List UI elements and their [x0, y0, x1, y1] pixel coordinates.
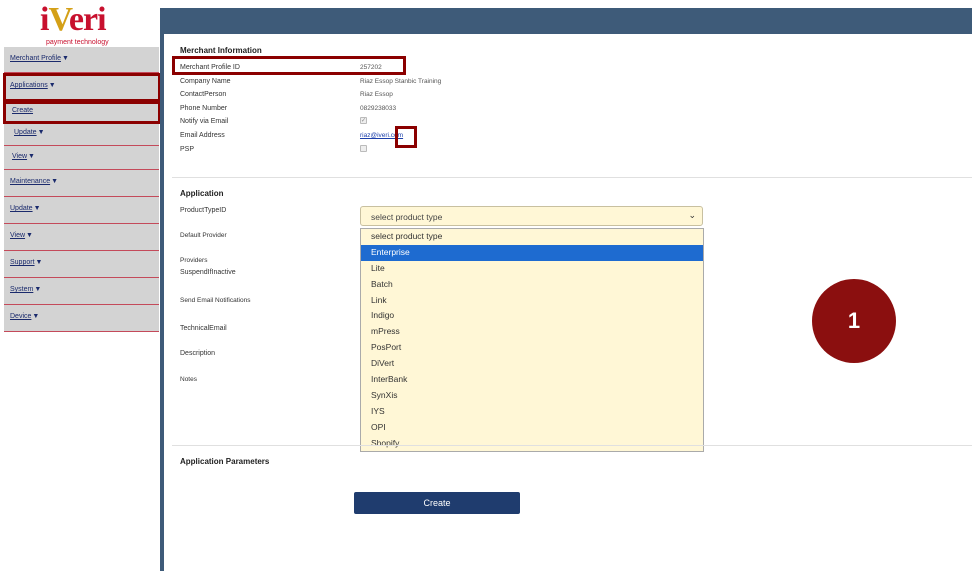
notify-email-checkbox: ✓ — [360, 117, 367, 124]
sidebar-item-system[interactable]: System▼ — [4, 278, 159, 305]
sidebar-item-view-main[interactable]: View▼ — [4, 224, 159, 251]
highlight-create — [3, 101, 161, 124]
option-select-product-type[interactable]: select product type — [361, 229, 703, 245]
caret-down-icon: ▼ — [37, 129, 45, 136]
merchant-info-title: Merchant Information — [180, 46, 262, 55]
send-email-notifications-label: Send Email Notifications — [180, 297, 251, 304]
phone-number-value: 0829238033 — [360, 105, 397, 112]
sidebar-item-support[interactable]: Support▼ — [4, 251, 159, 278]
main-content: Merchant Information Merchant Profile ID… — [164, 34, 972, 571]
application-parameters-title: Application Parameters — [180, 457, 270, 466]
option-iys[interactable]: IYS — [361, 404, 703, 420]
caret-down-icon: ▼ — [51, 178, 59, 185]
option-indigo[interactable]: Indigo — [361, 308, 703, 324]
highlight-merchant-profile-id — [172, 56, 406, 75]
contact-person-label: ContactPerson — [180, 91, 227, 98]
caret-down-icon: ▼ — [35, 259, 43, 266]
default-provider-label: Default Provider — [180, 232, 227, 239]
application-title: Application — [180, 189, 224, 198]
option-batch[interactable]: Batch — [361, 277, 703, 293]
caret-down-icon: ▼ — [61, 55, 69, 62]
description-label: Description — [180, 350, 216, 357]
product-type-label: ProductTypeID — [180, 207, 227, 214]
product-type-dropdown: select product type Enterprise Lite Batc… — [360, 228, 704, 452]
sidebar: iVeri payment technology Merchant Profil… — [0, 0, 161, 571]
providers-label: Providers — [180, 257, 208, 264]
create-button[interactable]: Create — [354, 492, 520, 514]
caret-down-icon: ▼ — [32, 313, 40, 320]
chevron-down-icon: ⌄ — [688, 210, 696, 220]
option-interbank[interactable]: InterBank — [361, 372, 703, 388]
contact-person-value: Riaz Essop — [360, 91, 393, 98]
sidebar-item-device[interactable]: Device▼ — [4, 305, 159, 332]
option-lite[interactable]: Lite — [361, 261, 703, 277]
section-divider — [172, 177, 972, 178]
top-header-bar — [164, 8, 972, 34]
caret-down-icon: ▼ — [28, 153, 35, 160]
highlight-email — [395, 126, 417, 148]
logo-tagline: payment technology — [46, 39, 109, 46]
caret-down-icon: ▼ — [33, 205, 41, 212]
sidebar-item-merchant-profile[interactable]: Merchant Profile▼ — [4, 47, 159, 73]
caret-down-icon: ▼ — [26, 232, 33, 239]
technical-email-label: TechnicalEmail — [180, 325, 227, 332]
phone-number-label: Phone Number — [180, 105, 228, 112]
psp-checkbox — [360, 145, 367, 152]
sidebar-item-view[interactable]: View▼ — [4, 146, 159, 170]
iveri-logo: iVeri payment technology — [40, 1, 109, 46]
sidebar-item-update-main[interactable]: Update▼ — [4, 197, 159, 224]
step-number-badge: 1 — [812, 279, 896, 363]
email-address-label: Email Address — [180, 132, 225, 139]
product-type-select[interactable]: select product type ⌄ — [360, 206, 703, 226]
caret-down-icon: ▼ — [34, 286, 42, 293]
option-opi[interactable]: OPI — [361, 420, 703, 436]
highlight-applications — [3, 73, 161, 102]
company-name-value: Riaz Essop Stanbic Training — [360, 78, 442, 85]
option-shopify[interactable]: Shopify — [361, 436, 703, 452]
psp-label: PSP — [180, 146, 195, 153]
option-posport[interactable]: PosPort — [361, 340, 703, 356]
option-enterprise[interactable]: Enterprise — [361, 244, 703, 261]
section-divider-2 — [172, 445, 972, 446]
sidebar-item-maintenance[interactable]: Maintenance▼ — [4, 170, 159, 197]
notes-label: Notes — [180, 376, 197, 383]
sidebar-item-update[interactable]: Update▼ — [4, 122, 159, 146]
suspend-inactive-label: SuspendIfInactive — [180, 269, 236, 276]
option-divert[interactable]: DiVert — [361, 356, 703, 372]
notify-email-label: Notify via Email — [180, 118, 229, 125]
option-synxis[interactable]: SynXis — [361, 388, 703, 404]
option-link[interactable]: Link — [361, 293, 703, 309]
company-name-label: Company Name — [180, 78, 231, 85]
option-mpress[interactable]: mPress — [361, 324, 703, 340]
